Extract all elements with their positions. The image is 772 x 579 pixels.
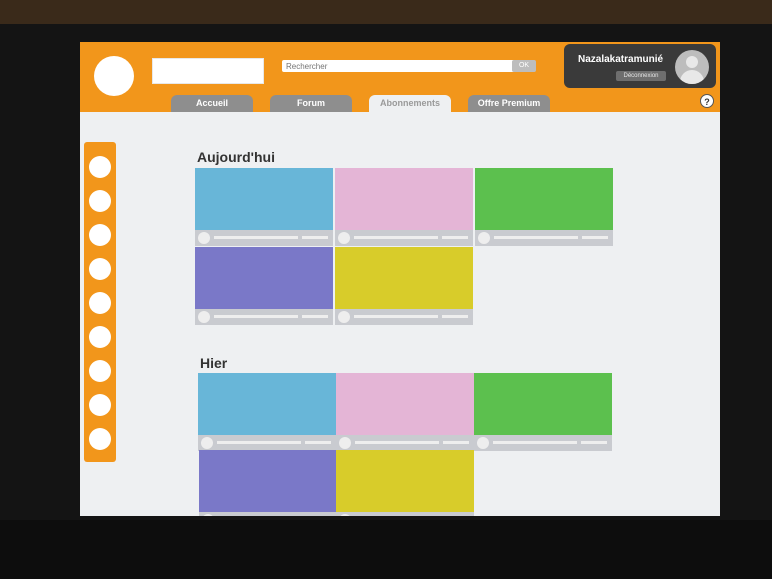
monitor-bezel-bottom (0, 520, 772, 579)
banner-placeholder (152, 58, 264, 84)
card-meta (474, 435, 612, 451)
channel-avatar-icon (202, 514, 214, 516)
tab-offre-premium[interactable]: Offre Premium (468, 95, 550, 112)
channel-avatar-icon (338, 232, 350, 244)
sidebar-item-5[interactable] (89, 292, 111, 314)
channel-avatar-icon (478, 232, 490, 244)
search-ok-button[interactable]: OK (512, 60, 536, 72)
video-thumbnail[interactable] (198, 373, 336, 435)
title-placeholder (214, 315, 298, 318)
help-icon[interactable]: ? (700, 94, 714, 108)
tab-abonnements[interactable]: Abonnements (369, 95, 451, 112)
search-input[interactable] (282, 60, 520, 72)
app-screen: OK Nazalakatramunié Déconnexion Accueil … (80, 42, 720, 516)
section-title-today: Aujourd'hui (197, 149, 275, 165)
video-card[interactable] (195, 168, 333, 246)
sidebar-item-4[interactable] (89, 258, 111, 280)
sidebar-item-1[interactable] (89, 156, 111, 178)
channel-avatar-icon (338, 311, 350, 323)
video-thumbnail[interactable] (336, 450, 474, 512)
info-placeholder (442, 315, 468, 318)
logo-placeholder[interactable] (94, 56, 134, 96)
sidebar-item-6[interactable] (89, 326, 111, 348)
avatar[interactable] (675, 50, 709, 84)
card-meta (199, 512, 337, 516)
sidebar-item-2[interactable] (89, 190, 111, 212)
info-placeholder (442, 236, 468, 239)
card-meta (195, 230, 333, 246)
video-thumbnail[interactable] (195, 168, 333, 230)
logout-button[interactable]: Déconnexion (616, 71, 666, 81)
video-thumbnail[interactable] (335, 247, 473, 309)
card-meta (195, 309, 333, 325)
video-card[interactable] (199, 450, 337, 516)
channel-avatar-icon (477, 437, 489, 449)
video-thumbnail[interactable] (199, 450, 337, 512)
video-card[interactable] (198, 373, 336, 451)
video-thumbnail[interactable] (336, 373, 474, 435)
channel-avatar-icon (201, 437, 213, 449)
title-placeholder (354, 236, 438, 239)
video-thumbnail[interactable] (474, 373, 612, 435)
video-card[interactable] (335, 247, 473, 325)
top-bar: OK Nazalakatramunié Déconnexion Accueil … (80, 42, 720, 112)
sidebar-item-7[interactable] (89, 360, 111, 382)
card-meta (335, 230, 473, 246)
video-card[interactable] (335, 168, 473, 246)
info-placeholder (305, 441, 331, 444)
info-placeholder (582, 236, 608, 239)
card-meta (198, 435, 336, 451)
video-card[interactable] (336, 450, 474, 516)
video-thumbnail[interactable] (335, 168, 473, 230)
avatar-body-icon (680, 70, 704, 84)
title-placeholder (493, 441, 577, 444)
card-meta (336, 435, 474, 451)
section-title-yesterday: Hier (200, 355, 228, 371)
info-placeholder (581, 441, 607, 444)
channel-avatar-icon (198, 232, 210, 244)
info-placeholder (302, 236, 328, 239)
video-thumbnail[interactable] (475, 168, 613, 230)
avatar-head-icon (686, 56, 698, 68)
video-card[interactable] (336, 373, 474, 451)
user-panel: Nazalakatramunié Déconnexion (564, 44, 716, 88)
card-meta (335, 309, 473, 325)
video-card[interactable] (195, 247, 333, 325)
card-meta (336, 512, 474, 516)
video-card[interactable] (475, 168, 613, 246)
title-placeholder (217, 441, 301, 444)
title-placeholder (214, 236, 298, 239)
info-placeholder (443, 441, 469, 444)
channel-avatar-icon (198, 311, 210, 323)
title-placeholder (355, 441, 439, 444)
video-thumbnail[interactable] (195, 247, 333, 309)
title-placeholder (354, 315, 438, 318)
card-meta (475, 230, 613, 246)
tab-forum[interactable]: Forum (270, 95, 352, 112)
channel-avatar-icon (339, 514, 351, 516)
tab-accueil[interactable]: Accueil (171, 95, 253, 112)
info-placeholder (302, 315, 328, 318)
sidebar-item-8[interactable] (89, 394, 111, 416)
sidebar-item-3[interactable] (89, 224, 111, 246)
video-card[interactable] (474, 373, 612, 451)
channel-avatar-icon (339, 437, 351, 449)
sidebar-item-9[interactable] (89, 428, 111, 450)
title-placeholder (494, 236, 578, 239)
monitor-bezel-top (0, 0, 772, 24)
sidebar (84, 142, 116, 462)
user-name: Nazalakatramunié (578, 54, 664, 65)
